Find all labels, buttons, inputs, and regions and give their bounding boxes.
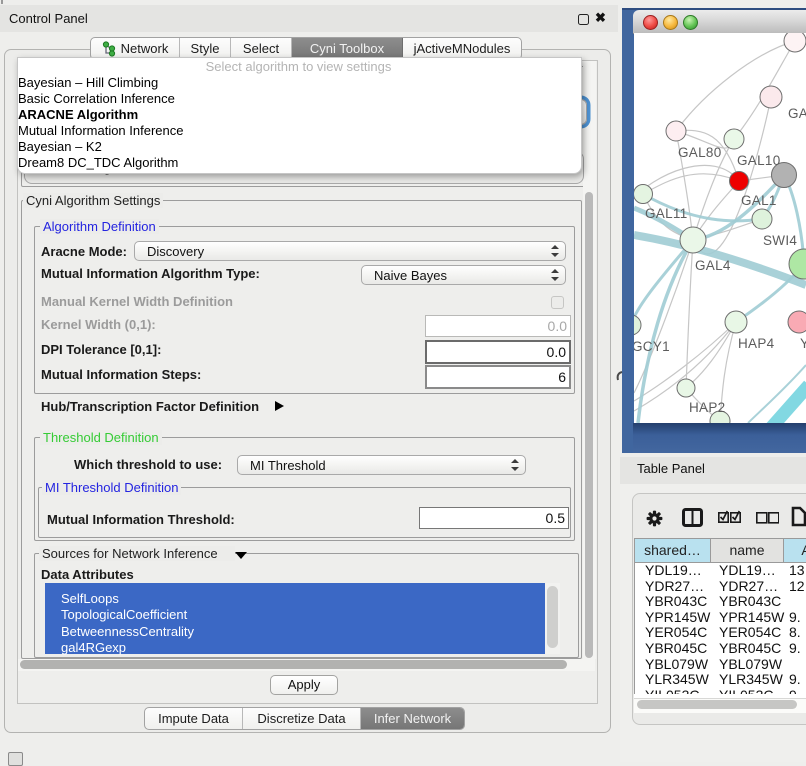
svg-text:GAL80: GAL80	[678, 145, 722, 160]
svg-text:GAL1: GAL1	[741, 193, 777, 208]
svg-text:GAL11: GAL11	[645, 206, 688, 221]
svg-text:GAL7: GAL7	[788, 106, 806, 121]
svg-text:YJ: YJ	[800, 336, 806, 351]
svg-text:GAL10: GAL10	[737, 153, 781, 168]
svg-text:HAP4: HAP4	[738, 336, 775, 351]
svg-text:GCY1: GCY1	[634, 339, 670, 354]
svg-text:HAP2: HAP2	[689, 400, 725, 415]
svg-text:GAL4: GAL4	[695, 258, 731, 273]
svg-text:SWI4: SWI4	[763, 233, 797, 248]
